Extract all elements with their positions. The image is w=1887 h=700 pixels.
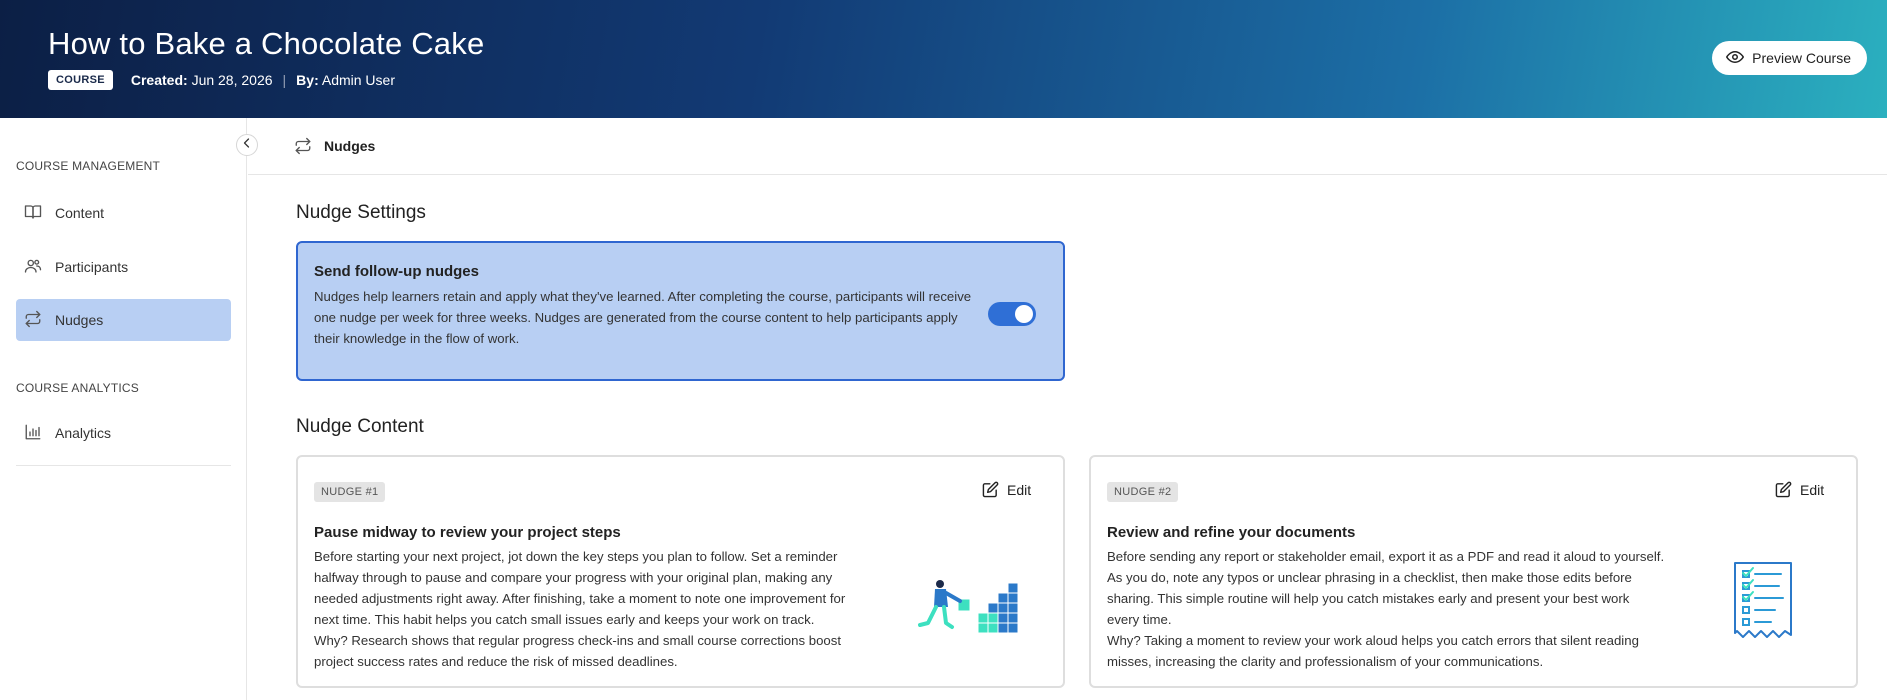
nudge-line: Why? Taking a moment to review your work…	[1107, 633, 1639, 648]
toggle-knob	[1015, 305, 1033, 323]
nudges-toggle[interactable]	[988, 302, 1036, 326]
edit-icon	[1775, 481, 1792, 498]
preview-course-label: Preview Course	[1752, 50, 1851, 66]
settings-description: Nudges help learners retain and apply wh…	[314, 289, 972, 346]
nudge-line: misses, increasing the clarity and profe…	[1107, 654, 1544, 669]
eye-icon	[1726, 48, 1745, 69]
nudge-line: project success rates and reduce the ris…	[314, 654, 678, 669]
nudge-line: Before sending any report or stakeholder…	[1107, 549, 1665, 564]
nudge-card: NUDGE #2 Edit Review and refine your doc…	[1089, 455, 1858, 688]
page-title: Nudges	[324, 138, 376, 154]
edit-icon	[982, 481, 999, 498]
nudge-line: sharing. This simple routine will help y…	[1107, 591, 1630, 606]
nudge-content-heading: Nudge Content	[296, 416, 424, 437]
course-title: How to Bake a Chocolate Cake	[48, 26, 485, 61]
nudge-title: Pause midway to review your project step…	[314, 524, 621, 541]
edit-nudge-button[interactable]: Edit	[982, 481, 1031, 498]
nudge-line: Why? Research shows that regular progres…	[314, 633, 841, 648]
breadcrumb: Nudges	[248, 118, 1887, 175]
bar-chart-icon	[24, 423, 42, 444]
nudge-tag: NUDGE #1	[314, 482, 386, 502]
checklist-illustration	[1734, 562, 1792, 638]
sidebar-item-label: Nudges	[55, 312, 104, 328]
edit-nudge-button[interactable]: Edit	[1775, 481, 1824, 498]
nudge-line: Before starting your next project, jot d…	[314, 549, 838, 564]
chevron-left-icon	[241, 136, 253, 154]
author-info: By: Admin User	[296, 72, 395, 88]
repeat-icon	[24, 310, 42, 331]
created-label: Created:	[130, 72, 188, 88]
sidebar-item-label: Participants	[55, 259, 129, 275]
author-label: By:	[296, 72, 319, 88]
sidebar-item-content[interactable]: Content	[16, 192, 231, 234]
course-management-label: COURSE MANAGEMENT	[16, 159, 161, 173]
nudge-title: Review and refine your documents	[1107, 524, 1356, 541]
nudge-card: NUDGE #1 Edit Pause midway to review you…	[296, 455, 1065, 688]
repeat-icon	[294, 137, 312, 155]
collapse-sidebar-button[interactable]	[236, 134, 258, 156]
created-info: Created: Jun 28, 2026	[131, 72, 273, 88]
sidebar-item-participants[interactable]: Participants	[16, 246, 231, 288]
nudge-line: next time. This habit helps you catch sm…	[314, 612, 815, 627]
stairs-illustration	[918, 580, 1019, 633]
meta-separator: |	[282, 72, 287, 88]
sidebar-divider	[16, 465, 231, 466]
sidebar: COURSE MANAGEMENT Content Participants N…	[0, 118, 247, 700]
book-icon	[24, 203, 42, 224]
course-badge: COURSE	[48, 70, 113, 90]
nudge-body: Before starting your next project, jot d…	[314, 546, 845, 672]
edit-label: Edit	[1800, 481, 1825, 498]
edit-label: Edit	[1007, 481, 1032, 498]
course-meta: COURSE Created: Jun 28, 2026 | By: Admin…	[48, 70, 395, 90]
nudge-settings-card: Send follow-up nudges Nudges help learne…	[296, 241, 1065, 381]
preview-course-button[interactable]: Preview Course	[1712, 41, 1867, 75]
nudge-line: every time.	[1107, 612, 1172, 627]
sidebar-item-label: Content	[55, 205, 105, 221]
sidebar-item-analytics[interactable]: Analytics	[16, 412, 231, 454]
sidebar-item-nudges[interactable]: Nudges	[16, 299, 231, 341]
nudge-body: Before sending any report or stakeholder…	[1107, 546, 1664, 672]
users-icon	[24, 257, 42, 278]
author-name: Admin User	[321, 72, 395, 88]
sidebar-item-label: Analytics	[55, 425, 112, 441]
nudge-settings-heading: Nudge Settings	[296, 202, 426, 223]
course-analytics-label: COURSE ANALYTICS	[16, 381, 140, 395]
settings-title: Send follow-up nudges	[314, 263, 479, 280]
nudge-line: needed adjustments right away. After fin…	[314, 591, 846, 606]
nudge-line: As you do, note any typos or unclear phr…	[1107, 570, 1632, 585]
created-date: Jun 28, 2026	[191, 72, 273, 88]
nudge-line: halfway through to pause and compare you…	[314, 570, 833, 585]
course-header: How to Bake a Chocolate Cake COURSE Crea…	[0, 0, 1887, 118]
nudge-tag: NUDGE #2	[1107, 482, 1179, 502]
